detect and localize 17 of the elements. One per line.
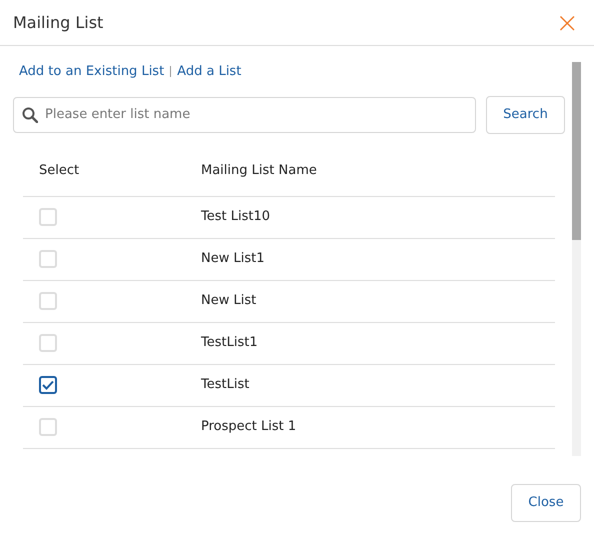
checkbox[interactable]: [39, 376, 57, 394]
table-cell-text: TestList: [201, 376, 250, 394]
dialog-title: Mailing List: [13, 12, 104, 34]
column-header: Select: [38, 162, 80, 180]
table-cell-text: TestList1: [201, 334, 258, 352]
search-icon: [22, 106, 38, 122]
table-cell-text: Test List10: [201, 208, 270, 226]
table-cell-text: New List: [201, 292, 256, 310]
tab-link[interactable]: Add to an Existing List: [19, 62, 164, 82]
table-cell-text: Prospect List 1: [201, 418, 296, 436]
column-header: Mailing List Name: [201, 162, 317, 180]
table-cell-text: New List1: [201, 250, 264, 268]
close-button[interactable]: Close: [511, 484, 581, 522]
search-button[interactable]: Search: [486, 96, 565, 134]
tab-link[interactable]: Add a List: [177, 62, 242, 82]
search-field[interactable]: Please enter list name: [13, 96, 476, 132]
scrollbar[interactable]: [572, 62, 581, 456]
